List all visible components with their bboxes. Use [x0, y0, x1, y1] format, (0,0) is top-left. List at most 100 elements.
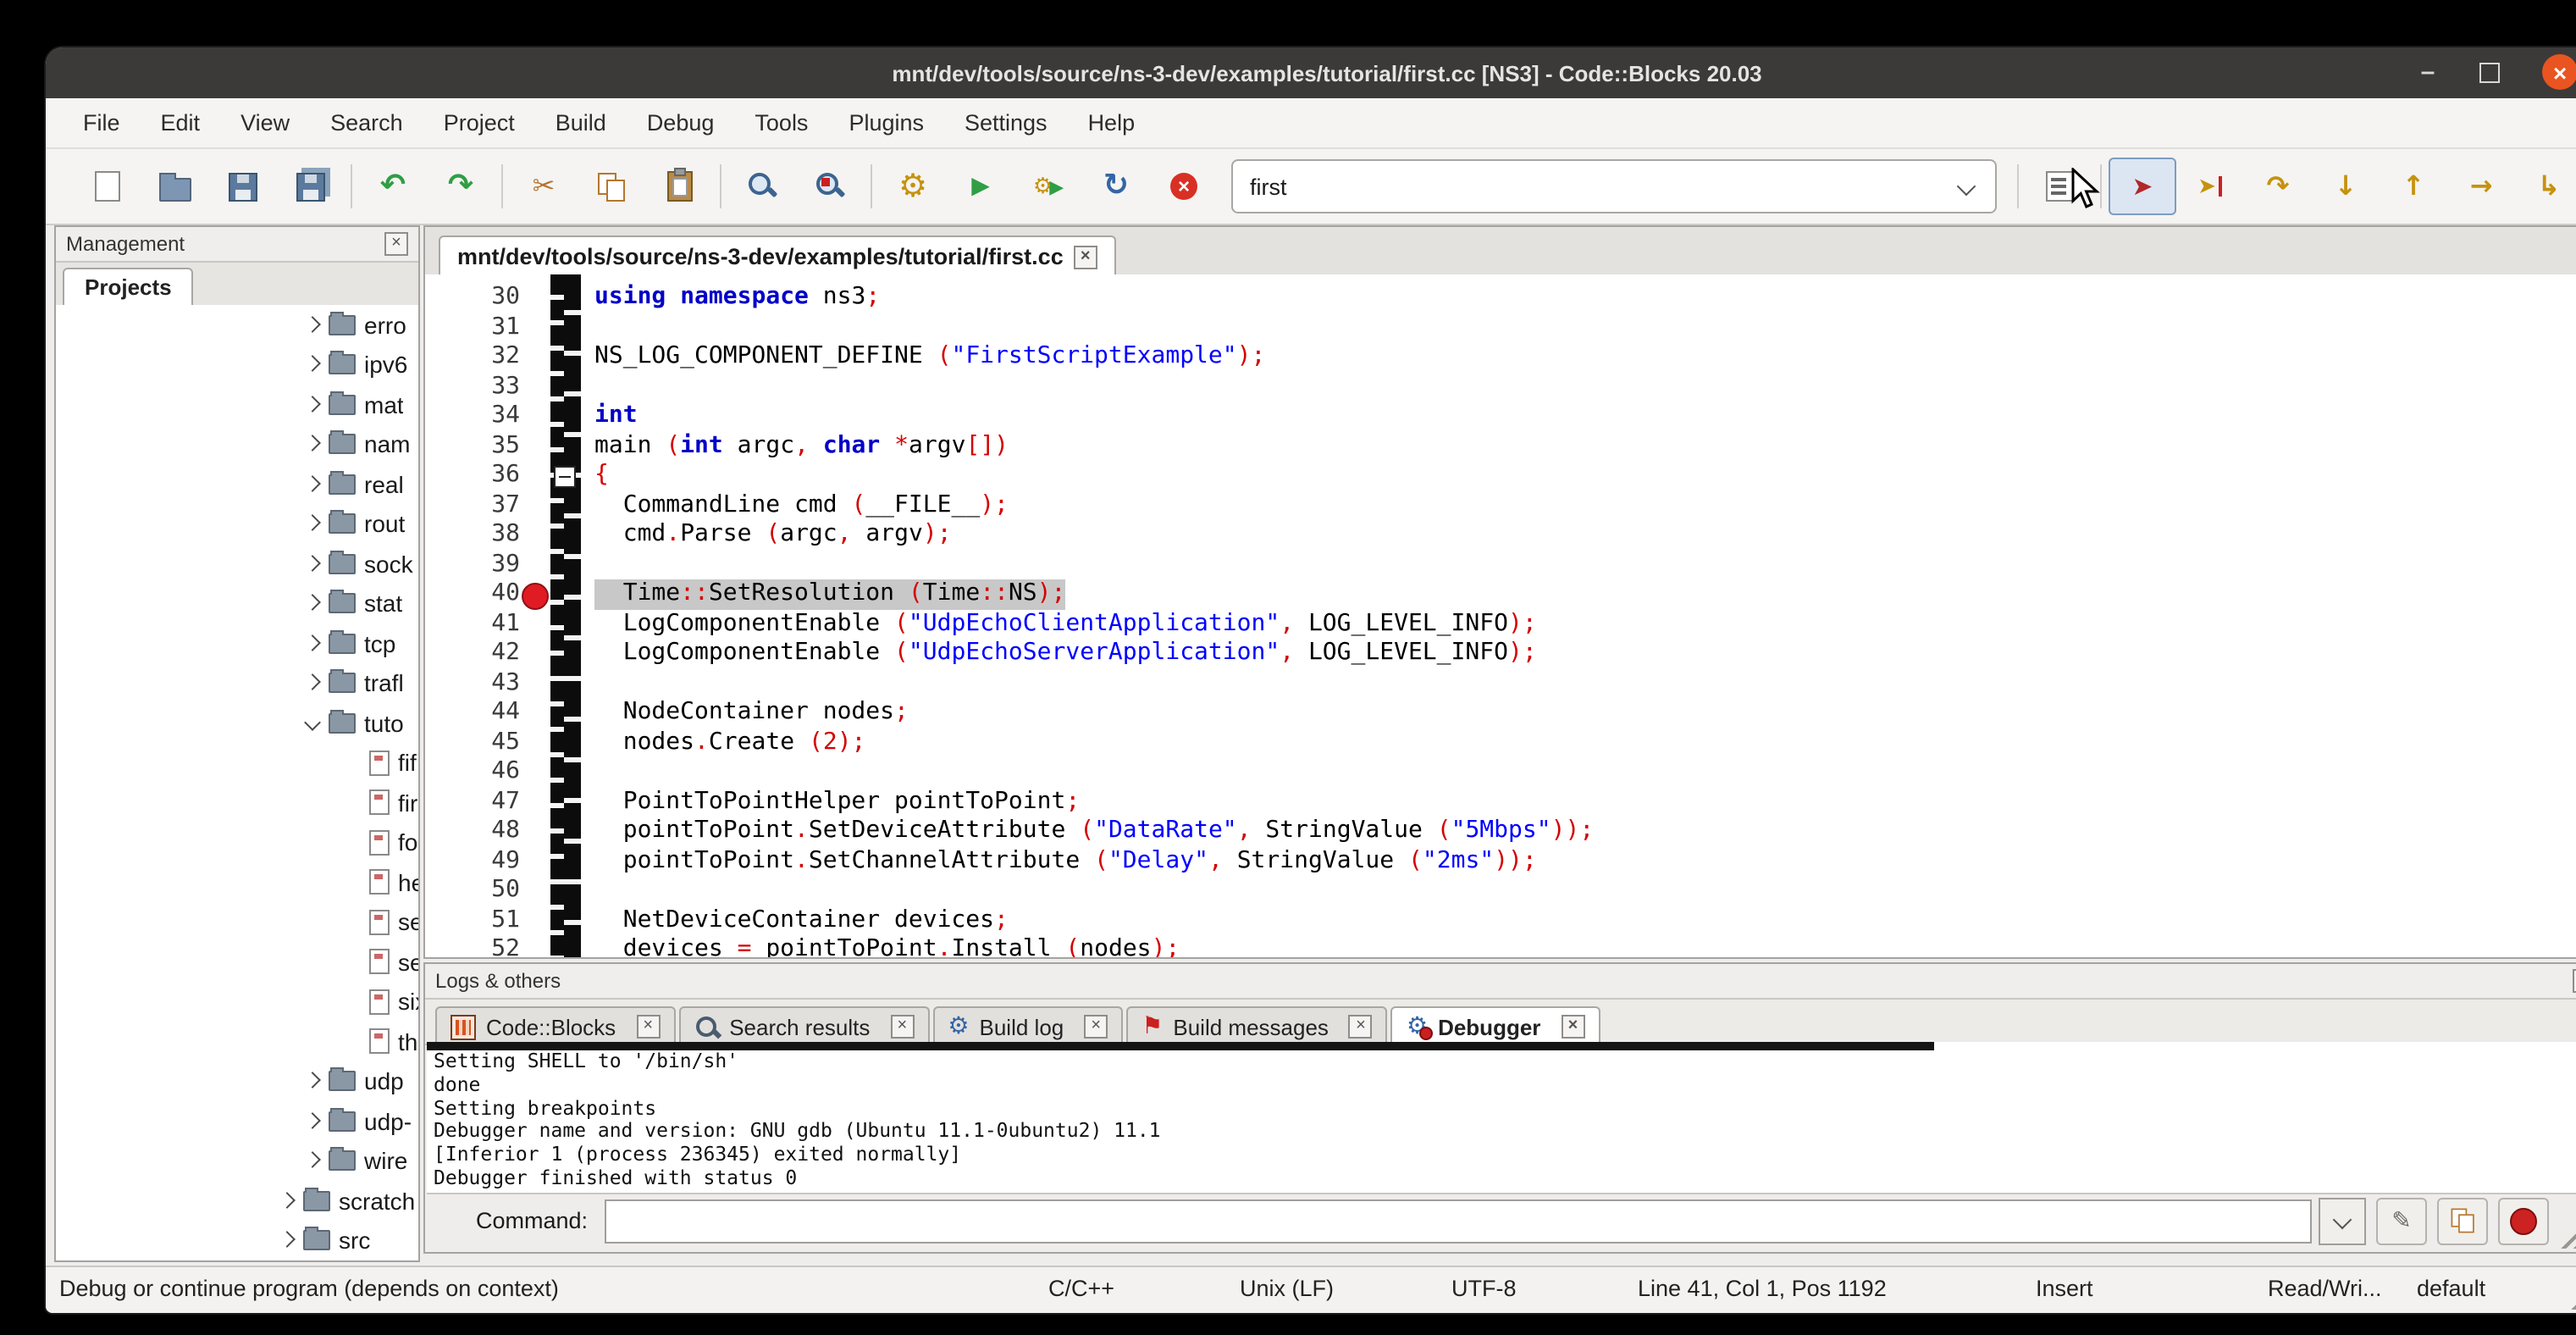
- tab-projects[interactable]: Projects: [63, 268, 194, 307]
- chevron-right-icon[interactable]: [303, 1113, 323, 1130]
- next-instruction-button[interactable]: [2447, 158, 2515, 215]
- close-button[interactable]: ×: [2542, 54, 2576, 90]
- tree-item-fir[interactable]: fir: [56, 783, 418, 823]
- debug-continue-button[interactable]: [2109, 158, 2176, 215]
- chevron-right-icon[interactable]: [303, 396, 323, 413]
- menu-edit[interactable]: Edit: [141, 110, 221, 136]
- breakpoint-icon[interactable]: [522, 583, 549, 610]
- build-and-run-button[interactable]: [1014, 158, 1082, 215]
- build-target-input[interactable]: [1233, 174, 1960, 199]
- run-button[interactable]: [947, 158, 1014, 215]
- close-icon[interactable]: ×: [890, 1015, 914, 1039]
- chevron-right-icon[interactable]: [303, 357, 323, 374]
- tree-item-real[interactable]: real: [56, 464, 418, 504]
- tree-item-fo[interactable]: fo: [56, 823, 418, 862]
- code-line-43[interactable]: 43: [425, 668, 2576, 698]
- code-line-51[interactable]: 51 NetDeviceContainer devices;: [425, 906, 2576, 935]
- tree-item-six[interactable]: six: [56, 982, 418, 1022]
- close-icon[interactable]: ×: [1349, 1015, 1373, 1039]
- log-tab-debugger[interactable]: ⚙Debugger×: [1391, 1006, 1600, 1045]
- chevron-right-icon[interactable]: [303, 1073, 323, 1090]
- menu-help[interactable]: Help: [1068, 110, 1156, 136]
- step-out-button[interactable]: [2380, 158, 2447, 215]
- tree-item-tcp[interactable]: tcp: [56, 623, 418, 663]
- tree-item-fif[interactable]: fif: [56, 743, 418, 783]
- close-icon[interactable]: ×: [384, 232, 408, 256]
- code-line-52[interactable]: 52 devices = pointToPoint.Install (nodes…: [425, 935, 2576, 957]
- code-line-42[interactable]: 42 LogComponentEnable ("UdpEchoServerApp…: [425, 639, 2576, 668]
- undo-button[interactable]: [359, 158, 427, 215]
- close-icon[interactable]: ×: [1084, 1015, 1108, 1039]
- chevron-right-icon[interactable]: [303, 556, 323, 573]
- menu-tools[interactable]: Tools: [734, 110, 828, 136]
- copy-log-button[interactable]: [2437, 1197, 2488, 1244]
- menu-file[interactable]: File: [63, 110, 141, 136]
- menu-project[interactable]: Project: [423, 110, 535, 136]
- log-tab-code-blocks[interactable]: Code::Blocks×: [435, 1006, 675, 1045]
- tree-item-sock[interactable]: sock: [56, 544, 418, 584]
- copy-button[interactable]: [578, 158, 645, 215]
- code-line-32[interactable]: 32NS_LOG_COMPONENT_DEFINE ("FirstScriptE…: [425, 342, 2576, 372]
- menu-search[interactable]: Search: [310, 110, 423, 136]
- tree-item-rout[interactable]: rout: [56, 504, 418, 544]
- redo-button[interactable]: [427, 158, 495, 215]
- cut-button[interactable]: [510, 158, 578, 215]
- tree-item-th[interactable]: th: [56, 1022, 418, 1061]
- chevron-right-icon[interactable]: [303, 635, 323, 652]
- build-target-combo[interactable]: [1231, 159, 1997, 213]
- code-line-44[interactable]: 44 NodeContainer nodes;: [425, 698, 2576, 728]
- chevron-right-icon[interactable]: [278, 1193, 298, 1210]
- save-all-button[interactable]: [276, 158, 344, 215]
- close-icon[interactable]: ×: [2573, 969, 2576, 993]
- build-button[interactable]: [879, 158, 947, 215]
- code-line-33[interactable]: 33: [425, 372, 2576, 402]
- tree-item-he[interactable]: he: [56, 862, 418, 902]
- code-line-31[interactable]: 31: [425, 313, 2576, 342]
- close-icon[interactable]: ×: [636, 1015, 660, 1039]
- log-tab-search-results[interactable]: Search results×: [678, 1006, 929, 1045]
- maximize-button[interactable]: [2471, 54, 2507, 90]
- window-resize-grip[interactable]: [2569, 1276, 2576, 1310]
- fold-marker-icon[interactable]: [554, 466, 576, 488]
- step-into-instruction-button[interactable]: [2515, 158, 2576, 215]
- next-line-button[interactable]: [2244, 158, 2312, 215]
- tree-item-erro[interactable]: erro: [56, 305, 418, 345]
- command-input[interactable]: [605, 1199, 2312, 1243]
- command-dropdown-button[interactable]: [2319, 1197, 2366, 1244]
- chevron-right-icon[interactable]: [303, 317, 323, 334]
- close-icon[interactable]: ×: [1074, 245, 1097, 269]
- tree-item-se[interactable]: se: [56, 902, 418, 942]
- log-tab-build-messages[interactable]: ⚑Build messages×: [1126, 1006, 1388, 1045]
- menu-settings[interactable]: Settings: [944, 110, 1068, 136]
- code-line-49[interactable]: 49 pointToPoint.SetChannelAttribute ("De…: [425, 846, 2576, 876]
- code-line-48[interactable]: 48 pointToPoint.SetDeviceAttribute ("Dat…: [425, 817, 2576, 846]
- tree-item-stat[interactable]: stat: [56, 584, 418, 623]
- menu-debug[interactable]: Debug: [627, 110, 735, 136]
- tree-item-mat[interactable]: mat: [56, 385, 418, 424]
- code-line-45[interactable]: 45 nodes.Create (2);: [425, 728, 2576, 757]
- tree-item-src[interactable]: src: [56, 1221, 418, 1260]
- code-line-41[interactable]: 41 LogComponentEnable ("UdpEchoClientApp…: [425, 609, 2576, 639]
- log-tab-build-log[interactable]: ⚙Build log×: [932, 1006, 1123, 1045]
- code-line-35[interactable]: 35main (int argc, char *argv[]): [425, 431, 2576, 461]
- step-into-button[interactable]: [2312, 158, 2380, 215]
- code-line-36[interactable]: 36{: [425, 461, 2576, 490]
- tree-item-trafl[interactable]: trafl: [56, 663, 418, 703]
- panel-resize-grip[interactable]: [2559, 1215, 2576, 1249]
- title-bar[interactable]: mnt/dev/tools/source/ns-3-dev/examples/t…: [46, 47, 2576, 98]
- edit-command-button[interactable]: ✎: [2376, 1197, 2427, 1244]
- editor-tab-first-cc[interactable]: mnt/dev/tools/source/ns-3-dev/examples/t…: [439, 235, 1116, 276]
- tree-item-scratch[interactable]: scratch: [56, 1181, 418, 1221]
- tree-item-wire[interactable]: wire: [56, 1141, 418, 1181]
- code-line-34[interactable]: 34int: [425, 402, 2576, 431]
- stop-button[interactable]: [2498, 1197, 2549, 1244]
- chevron-down-icon[interactable]: [1960, 179, 1975, 194]
- code-line-40[interactable]: 40 Time::SetResolution (Time::NS);: [425, 579, 2576, 609]
- chevron-down-icon[interactable]: [303, 715, 323, 732]
- chevron-right-icon[interactable]: [303, 595, 323, 612]
- chevron-right-icon[interactable]: [278, 1233, 298, 1249]
- code-line-37[interactable]: 37 CommandLine cmd (__FILE__);: [425, 490, 2576, 520]
- rebuild-button[interactable]: [1082, 158, 1150, 215]
- tree-item-udp[interactable]: udp: [56, 1061, 418, 1101]
- code-editor[interactable]: 30using namespace ns3;3132NS_LOG_COMPONE…: [425, 274, 2576, 957]
